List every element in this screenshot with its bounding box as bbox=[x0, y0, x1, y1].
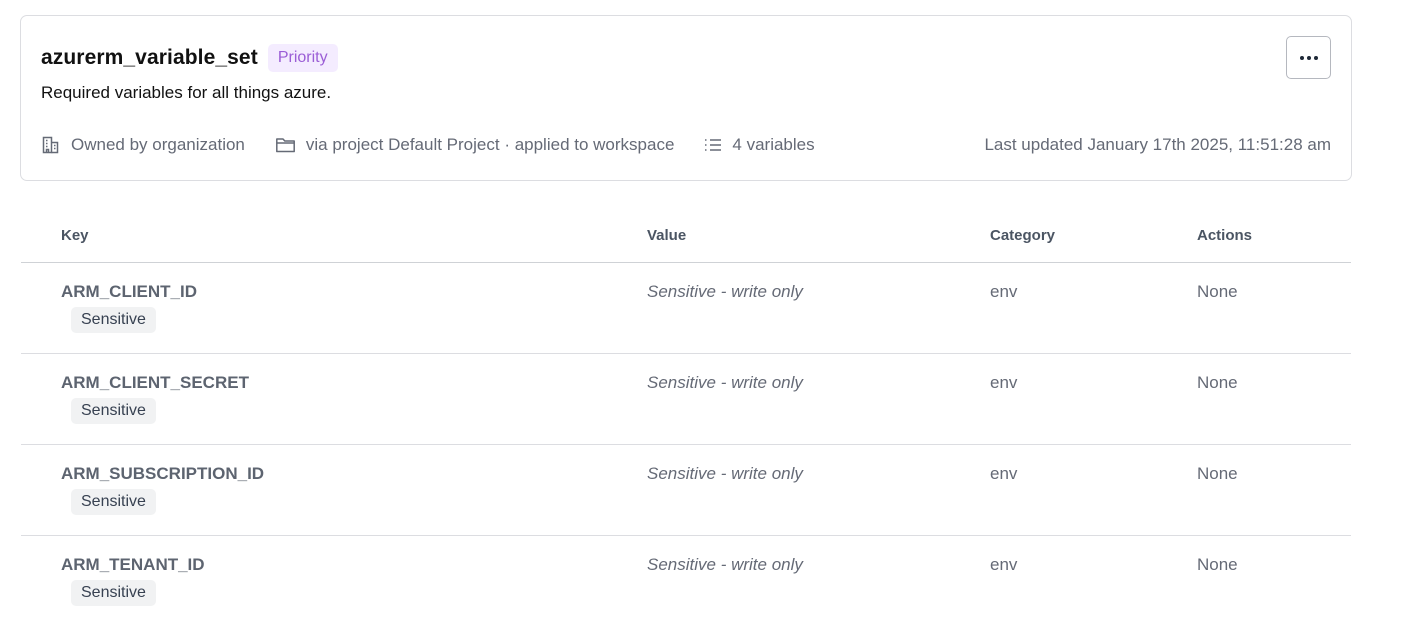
meta-count-text: 4 variables bbox=[732, 135, 815, 154]
variable-actions: None bbox=[1197, 372, 1238, 392]
building-icon bbox=[42, 136, 59, 154]
header-actions: Actions bbox=[1197, 209, 1351, 263]
category-cell: env bbox=[990, 444, 1197, 536]
key-cell: ARM_TENANT_ID Sensitive bbox=[21, 535, 647, 626]
actions-cell: None bbox=[1197, 444, 1351, 536]
variable-set-title: azurerm_variable_set bbox=[41, 46, 258, 69]
variable-set-description: Required variables for all things azure. bbox=[41, 83, 332, 102]
sensitive-badge: Sensitive bbox=[71, 488, 156, 515]
key-cell: ARM_CLIENT_ID Sensitive bbox=[21, 262, 647, 354]
category-cell: env bbox=[990, 535, 1197, 626]
key-cell: ARM_CLIENT_SECRET Sensitive bbox=[21, 353, 647, 445]
variable-category: env bbox=[990, 463, 1018, 483]
table-row: ARM_CLIENT_ID Sensitive Sensitive - writ… bbox=[21, 262, 1351, 354]
sensitive-badge: Sensitive bbox=[71, 579, 156, 606]
value-cell: Sensitive - write only bbox=[647, 262, 990, 354]
meta-count: 4 variables bbox=[704, 135, 815, 155]
table-row: ARM_TENANT_ID Sensitive Sensitive - writ… bbox=[21, 535, 1351, 626]
variable-key: ARM_CLIENT_SECRET bbox=[61, 372, 249, 392]
folder-icon bbox=[275, 138, 295, 153]
ellipsis-icon bbox=[1299, 55, 1318, 60]
meta-scope: via project Default Project · applied to… bbox=[275, 135, 675, 155]
variable-value: Sensitive - write only bbox=[647, 281, 803, 301]
variable-category: env bbox=[990, 281, 1018, 301]
table-row: ARM_CLIENT_SECRET Sensitive Sensitive - … bbox=[21, 353, 1351, 445]
meta-row: Owned by organization via project Defaul… bbox=[41, 135, 1331, 155]
value-cell: Sensitive - write only bbox=[647, 535, 990, 626]
actions-cell: None bbox=[1197, 535, 1351, 626]
meta-owner: Owned by organization bbox=[41, 135, 245, 155]
list-icon bbox=[705, 139, 722, 151]
variable-key: ARM_TENANT_ID bbox=[61, 554, 205, 574]
meta-owner-text: Owned by organization bbox=[71, 135, 245, 154]
actions-cell: None bbox=[1197, 262, 1351, 354]
variable-actions: None bbox=[1197, 554, 1238, 574]
table-header-row: Key Value Category Actions bbox=[21, 209, 1351, 263]
category-cell: env bbox=[990, 353, 1197, 445]
variable-key: ARM_CLIENT_ID bbox=[61, 281, 198, 301]
header-value: Value bbox=[647, 209, 990, 263]
header-category: Category bbox=[990, 209, 1197, 263]
variable-value: Sensitive - write only bbox=[647, 463, 803, 483]
key-cell: ARM_SUBSCRIPTION_ID Sensitive bbox=[21, 444, 647, 536]
variable-key: ARM_SUBSCRIPTION_ID bbox=[61, 463, 265, 483]
value-cell: Sensitive - write only bbox=[647, 444, 990, 536]
category-cell: env bbox=[990, 262, 1197, 354]
title-row: azurerm_variable_set Priority bbox=[41, 44, 338, 72]
variable-value: Sensitive - write only bbox=[647, 372, 803, 392]
sensitive-badge: Sensitive bbox=[71, 306, 156, 333]
variable-category: env bbox=[990, 554, 1018, 574]
variable-actions: None bbox=[1197, 281, 1238, 301]
value-cell: Sensitive - write only bbox=[647, 353, 990, 445]
last-updated: Last updated January 17th 2025, 11:51:28… bbox=[984, 135, 1331, 154]
meta-scope-text: via project Default Project · applied to… bbox=[305, 135, 675, 154]
variable-set-card: azurerm_variable_set Priority Required v… bbox=[20, 15, 1352, 181]
variables-table: Key Value Category Actions ARM_CLIENT_ID… bbox=[21, 209, 1351, 626]
variable-value: Sensitive - write only bbox=[647, 554, 803, 574]
header-key: Key bbox=[21, 209, 647, 263]
actions-cell: None bbox=[1197, 353, 1351, 445]
sensitive-badge: Sensitive bbox=[71, 397, 156, 424]
variable-category: env bbox=[990, 372, 1018, 392]
table-row: ARM_SUBSCRIPTION_ID Sensitive Sensitive … bbox=[21, 444, 1351, 536]
variable-actions: None bbox=[1197, 463, 1238, 483]
priority-badge: Priority bbox=[267, 44, 338, 72]
more-options-button[interactable] bbox=[1286, 36, 1331, 79]
